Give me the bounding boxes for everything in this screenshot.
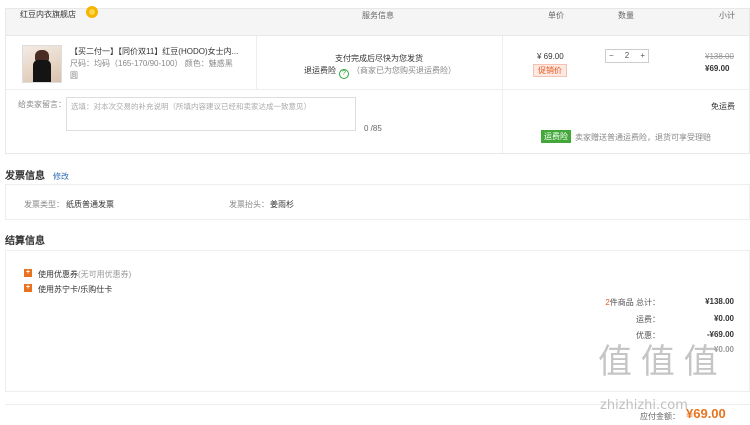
use-coupon-option[interactable]: 使用优惠券(无可用优惠券) (38, 269, 131, 280)
use-card-option[interactable]: 使用苏宁卡/乐购仕卡 (38, 284, 112, 295)
col-header-qty: 数量 (618, 11, 634, 20)
freight-insurance-tag: 运费险 (541, 130, 571, 143)
free-shipping-label: 免运费 (711, 102, 735, 111)
invoice-type-value: 纸质普通发票 (66, 200, 114, 209)
message-char-count: 0 /85 (364, 124, 382, 133)
quantity-stepper: − 2 + (605, 49, 649, 63)
promo-price-tag: 促销价 (533, 64, 567, 77)
coupon-label[interactable]: 使用优惠券 (38, 270, 78, 279)
product-title-link[interactable]: 【买二付一】【同价双11】红豆(HODO)女士内... (70, 46, 248, 57)
product-spec-tail: 圆 (70, 71, 78, 80)
original-subtotal: ¥138.00 (705, 52, 734, 61)
watermark-logo: 值 值 值 (598, 342, 718, 382)
seller-message-input[interactable] (66, 97, 356, 131)
question-icon[interactable]: ? (339, 69, 349, 79)
col-header-price: 单价 (548, 11, 564, 20)
invoice-title-text: 发票信息 (5, 171, 45, 182)
invoice-box (5, 184, 750, 220)
expand-plus-icon[interactable]: + (24, 284, 32, 292)
col-header-subtotal: 小计 (719, 11, 735, 20)
store-name-link[interactable]: 红豆内衣旗舰店 (20, 9, 76, 20)
seller-message-label: 给卖家留言： (18, 100, 66, 109)
watermark-text: zhizhizhi.com (600, 398, 688, 413)
coupon-note: (无可用优惠券) (78, 270, 132, 279)
freight-value: ¥0.00 (713, 314, 734, 323)
product-thumbnail[interactable] (22, 45, 62, 83)
freight-label: 运费： (636, 315, 660, 324)
invoice-head-label: 发票抬头： (229, 200, 269, 209)
item-count-text: 件商品 总计： (609, 298, 660, 307)
divider (256, 36, 257, 90)
settlement-section-title: 结算信息 (5, 236, 45, 247)
subtotal-price: ¥69.00 (705, 64, 730, 73)
product-spec-text: 尺码：均码（165-170/90-100） 颜色：魅惑黑 (70, 59, 233, 68)
delivery-note: 支付完成后尽快为您发货 (335, 54, 423, 63)
expand-plus-icon[interactable]: + (24, 269, 32, 277)
invoice-section-title: 发票信息 修改 (5, 167, 69, 182)
increase-qty-button[interactable]: + (640, 50, 645, 62)
qty-value[interactable]: 2 (625, 50, 629, 62)
return-insurance-note: （商家已为您购买退运费险） (352, 66, 456, 75)
unit-price: ¥ 69.00 (537, 52, 564, 61)
col-header-service: 服务信息 (362, 11, 394, 20)
product-spec: 尺码：均码（165-170/90-100） 颜色：魅惑黑 圆 (70, 58, 248, 82)
decrease-qty-button[interactable]: − (609, 50, 614, 62)
store-badge-icon (86, 6, 98, 18)
return-insurance-label: 退运费险 (304, 66, 336, 75)
invoice-type-label: 发票类型： (24, 200, 64, 209)
return-insurance-row: 退运费险? （商家已为您购买退运费险） (304, 65, 456, 79)
item-count-label: 2件商品 总计： (580, 297, 660, 308)
freight-insurance-note: 卖家赠送普通运费险，退货可享受理赔 (575, 133, 711, 142)
invoice-edit-link[interactable]: 修改 (53, 172, 69, 181)
payable-amount: ¥69.00 (686, 406, 726, 421)
total-value: ¥138.00 (705, 297, 734, 306)
invoice-head-value: 姜雨杉 (270, 200, 294, 209)
